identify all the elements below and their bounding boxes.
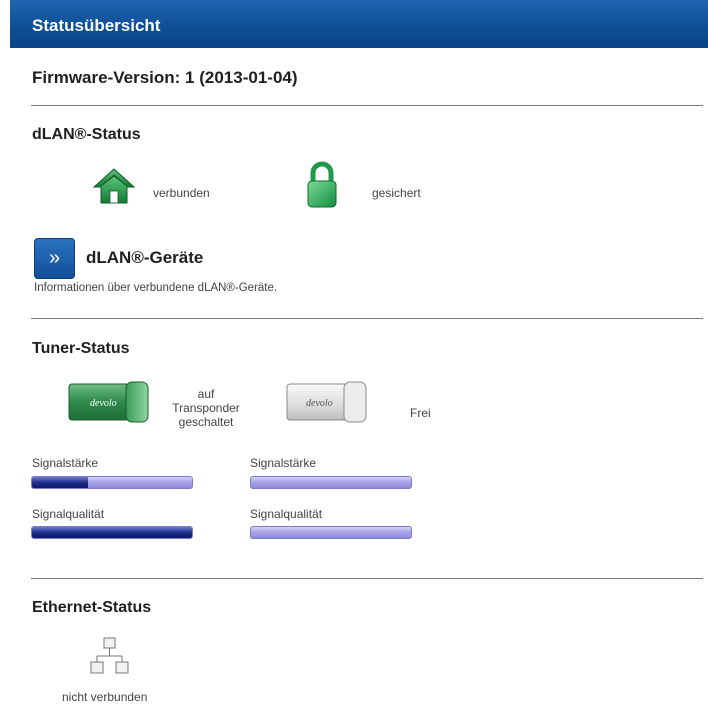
double-chevron-right-icon: » [48,247,61,269]
page-title: Statusübersicht [32,16,161,35]
tuner-1-state: auf Transponder geschaltet [168,387,244,429]
dlan-devices-description: Informationen über verbundene dLAN®-Gerä… [34,282,278,294]
tuner-1-signal-quality-fill [32,527,192,538]
dlan-devices-button[interactable]: » [34,238,75,279]
tuner-1-signal-strength-bar [31,476,193,489]
divider [31,318,703,319]
tuner-1-signal-quality-bar [31,526,193,539]
tuner-1-logo: devolo [90,398,117,409]
page-header: Statusübersicht [10,0,708,48]
lock-icon [307,161,337,208]
tuner-1-signal-strength-label: Signalstärke [32,456,99,470]
tuner-2-signal-quality-bar [250,526,412,539]
tuner-1-signal-quality-label: Signalqualität [32,507,105,521]
tuner-1-signal-strength-fill [32,477,88,488]
tuner-status-title: Tuner-Status [32,340,130,357]
divider [31,105,703,106]
home-icon [92,168,136,204]
tuner-2-stick-icon: devolo [286,381,367,423]
dlan-status-title: dLAN®-Status [32,126,141,143]
tuner-2-signal-strength-label: Signalstärke [250,456,317,470]
tuner-2-state: Frei [410,406,431,420]
tuner-2-signal-quality-label: Signalqualität [250,507,323,521]
dlan-devices-link[interactable]: dLAN®-Geräte [86,248,203,268]
divider [31,578,703,579]
tuner-2-signal-strength-bar [250,476,412,489]
tuner-1-state-line: auf [197,387,215,401]
dlan-connection-label: verbunden [153,186,210,200]
network-icon [90,637,129,674]
dlan-security-label: gesichert [372,186,421,200]
ethernet-status-label: nicht verbunden [62,690,148,704]
tuner-1-state-line: geschaltet [178,415,234,429]
tuner-1-stick-icon: devolo [68,381,149,423]
ethernet-status-title: Ethernet-Status [32,599,152,616]
tuner-2-logo: devolo [306,398,333,409]
firmware-version: Firmware-Version: 1 (2013-01-04) [32,68,298,87]
tuner-1-state-line: Transponder [172,401,240,415]
